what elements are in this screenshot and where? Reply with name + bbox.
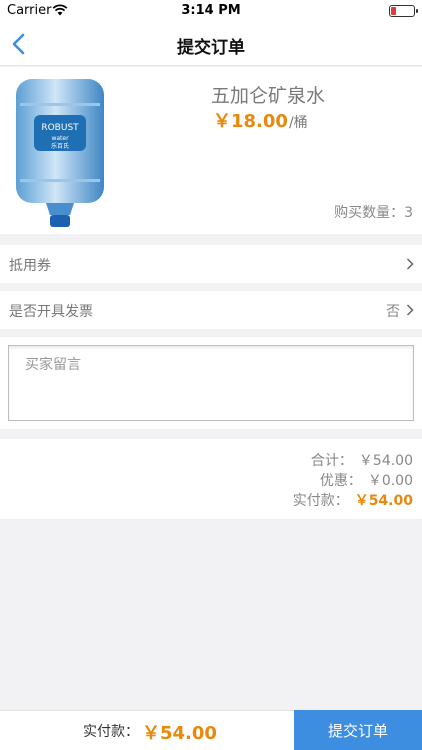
product-price-value: ￥18.00 [213, 111, 288, 132]
product-price-unit: /桶 [288, 115, 308, 131]
battery-level [391, 7, 396, 15]
product-name: 五加仑矿泉水 [211, 85, 326, 107]
water-bottle-image: ROBUST water 乐百氏 [16, 79, 104, 227]
battery-icon [389, 5, 418, 17]
clock: 3:14 PM [181, 3, 241, 18]
pay-value: ￥54.00 [354, 493, 413, 509]
bottom-bar: 实付款： ￥54.00 提交订单 [0, 710, 422, 750]
chevron-right-icon [406, 258, 414, 270]
coupon-label: 抵用券 [9, 258, 51, 274]
buyer-message-input[interactable] [8, 345, 414, 421]
total-line: 合计： ￥54.00 [311, 450, 413, 470]
navigation-bar: 提交订单 [0, 22, 422, 66]
discount-line: 优惠： ￥0.00 [320, 470, 413, 490]
discount-value: ￥0.00 [367, 473, 413, 489]
pay-line: 实付款： ￥54.00 [293, 490, 413, 510]
bottom-pay-label: 实付款： [83, 724, 139, 740]
purchase-quantity: 购买数量：3 [334, 205, 413, 221]
pay-label: 实付款： [292, 493, 349, 509]
order-summary: 合计： ￥54.00 优惠： ￥0.00 实付款： ￥54.00 [0, 439, 422, 519]
svg-text:ROBUST: ROBUST [41, 123, 79, 133]
invoice-value: 否 [386, 304, 400, 320]
invoice-label: 是否开具发票 [9, 304, 93, 320]
submit-order-button[interactable]: 提交订单 [294, 710, 422, 750]
page-title: 提交订单 [177, 38, 245, 58]
discount-label: 优惠： [319, 473, 362, 489]
product-price: ￥18.00/桶 [213, 107, 308, 133]
chevron-right-icon [406, 304, 414, 316]
status-bar: Carrier 3:14 PM [0, 0, 422, 22]
svg-text:water: water [51, 135, 69, 142]
total-label: 合计： [310, 453, 353, 469]
invoice-row[interactable]: 是否开具发票 否 [0, 291, 422, 329]
product-card: ROBUST water 乐百氏 五加仑矿泉水 ￥18.00/桶 购买数量：3 [0, 67, 422, 234]
coupon-row[interactable]: 抵用券 [0, 245, 422, 283]
svg-text:乐百氏: 乐百氏 [51, 142, 69, 150]
bottom-pay-amount: ￥54.00 [142, 723, 217, 744]
buyer-message-section [0, 337, 422, 429]
total-value: ￥54.00 [358, 453, 413, 469]
